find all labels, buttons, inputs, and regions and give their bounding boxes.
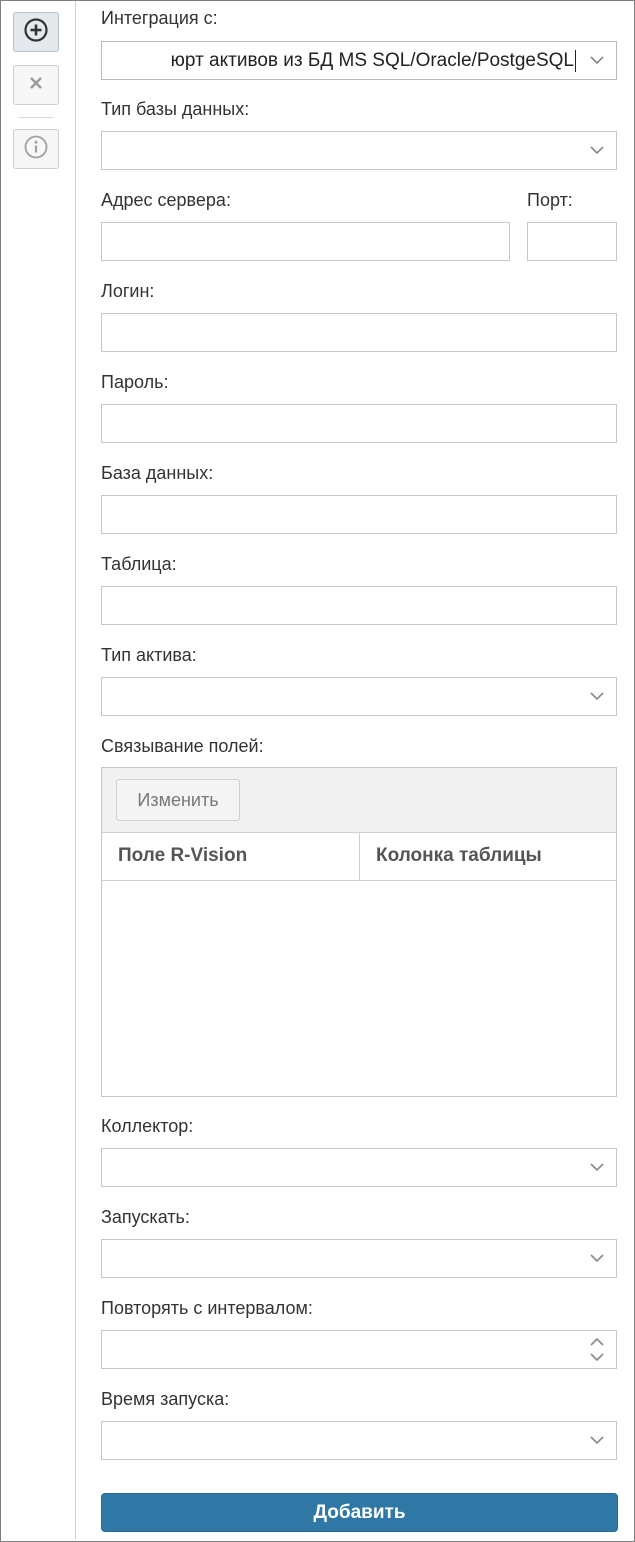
port-input[interactable] <box>527 222 617 261</box>
mapping-table-body <box>102 881 616 1096</box>
toolbar-divider <box>19 117 53 118</box>
server-input[interactable] <box>101 222 510 261</box>
login-label: Логин: <box>101 281 155 301</box>
table-input[interactable] <box>101 586 617 625</box>
run-value <box>110 1240 576 1277</box>
asset-type-value <box>110 678 576 715</box>
start-time-select[interactable] <box>101 1421 617 1460</box>
integration-label: Интеграция с: <box>101 8 218 28</box>
interval-label: Повторять с интервалом: <box>101 1298 313 1318</box>
mapping-label: Связывание полей: <box>101 736 264 756</box>
collector-value <box>110 1149 576 1186</box>
column-header-rvision-field[interactable]: Поле R-Vision <box>102 832 360 881</box>
add-button[interactable] <box>13 12 59 52</box>
interval-stepper[interactable] <box>101 1330 617 1369</box>
edit-mapping-button[interactable]: Изменить <box>116 779 240 821</box>
db-type-select[interactable] <box>101 131 617 170</box>
asset-type-select[interactable] <box>101 677 617 716</box>
add-submit-button[interactable]: Добавить <box>101 1493 618 1532</box>
collector-label: Коллектор: <box>101 1116 194 1136</box>
port-label: Порт: <box>527 190 573 210</box>
chevron-down-icon <box>590 1254 604 1263</box>
chevron-down-icon <box>590 56 604 65</box>
run-select[interactable] <box>101 1239 617 1278</box>
field-mapping-table: Изменить Поле R-Vision Колонка таблицы <box>101 767 617 1097</box>
info-icon <box>23 134 49 165</box>
integration-value: юрт активов из БД MS SQL/Oracle/PostgeSQ… <box>170 49 574 71</box>
chevron-down-icon <box>590 1163 604 1172</box>
chevron-down-icon <box>590 1436 604 1445</box>
chevron-down-icon[interactable] <box>589 1351 605 1363</box>
start-time-value <box>110 1422 576 1459</box>
server-label: Адрес сервера: <box>101 190 231 210</box>
database-label: База данных: <box>101 463 214 483</box>
collector-select[interactable] <box>101 1148 617 1187</box>
interval-value <box>110 1331 576 1368</box>
db-type-label: Тип базы данных: <box>101 99 250 119</box>
start-time-label: Время запуска: <box>101 1389 230 1409</box>
left-toolbar <box>1 1 76 1539</box>
database-input[interactable] <box>101 495 617 534</box>
chevron-down-icon <box>590 692 604 701</box>
chevron-up-icon[interactable] <box>589 1336 605 1348</box>
close-icon <box>29 76 43 95</box>
info-button[interactable] <box>13 129 59 169</box>
run-label: Запускать: <box>101 1207 190 1227</box>
plus-circle-icon <box>23 17 49 48</box>
asset-type-label: Тип актива: <box>101 645 197 665</box>
chevron-down-icon <box>590 146 604 155</box>
column-header-table-column[interactable]: Колонка таблицы <box>360 832 616 881</box>
table-label: Таблица: <box>101 554 177 574</box>
password-label: Пароль: <box>101 372 169 392</box>
db-type-value <box>110 132 576 169</box>
integration-select[interactable]: юрт активов из БД MS SQL/Oracle/PostgeSQ… <box>101 41 617 80</box>
login-input[interactable] <box>101 313 617 352</box>
delete-button[interactable] <box>13 65 59 105</box>
password-input[interactable] <box>101 404 617 443</box>
mapping-toolbar: Изменить <box>102 768 616 833</box>
